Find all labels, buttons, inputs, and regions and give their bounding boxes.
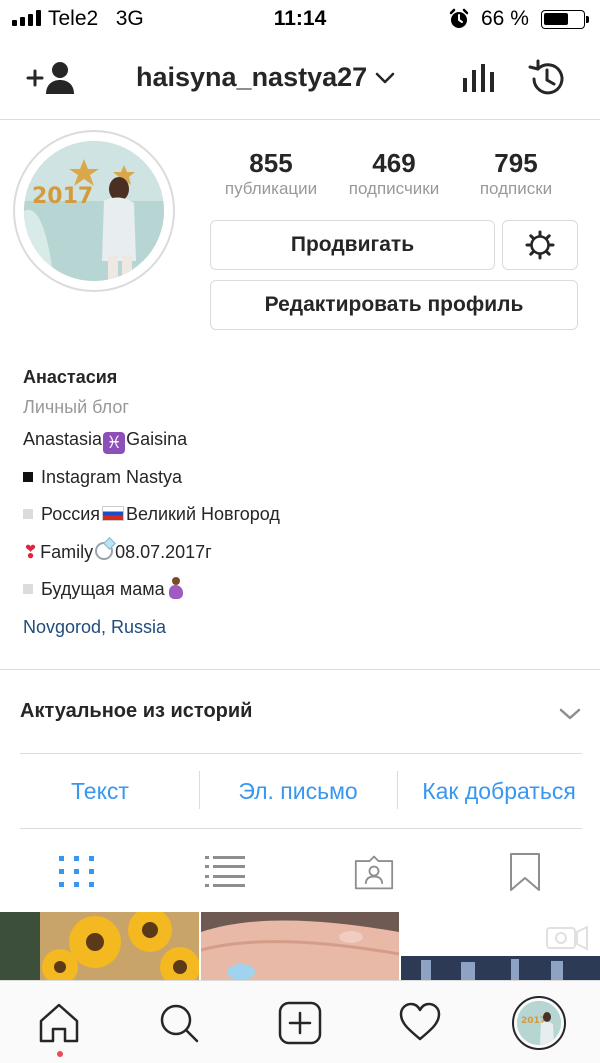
stat-posts[interactable]: 855 публикации bbox=[211, 148, 331, 200]
bio-city: Великий Новгород bbox=[126, 504, 280, 524]
following-count: 795 bbox=[494, 148, 538, 178]
profile-location-link[interactable]: Novgorod, Russia bbox=[23, 615, 583, 653]
promote-button[interactable]: Продвигать bbox=[210, 220, 495, 270]
story-highlights-title[interactable]: Актуальное из историй bbox=[20, 700, 252, 723]
archive-history-icon[interactable] bbox=[526, 58, 568, 100]
profile-tab-avatar[interactable]: 2017 bbox=[512, 996, 566, 1050]
stat-following[interactable]: 795 подписки bbox=[456, 148, 576, 200]
divider bbox=[20, 753, 582, 754]
battery-icon bbox=[541, 10, 589, 29]
tagged-photos-icon[interactable] bbox=[354, 852, 394, 892]
bio-instagram-text: Instagram Nastya bbox=[41, 466, 183, 487]
svg-text:2017: 2017 bbox=[32, 184, 93, 209]
divider bbox=[0, 669, 600, 670]
followers-label: подписчики bbox=[348, 179, 440, 198]
contact-text-button[interactable]: Текст bbox=[0, 778, 200, 805]
new-post-icon[interactable] bbox=[278, 1001, 322, 1045]
bio-country: Россия bbox=[41, 504, 101, 524]
gear-icon bbox=[525, 230, 555, 260]
search-icon[interactable] bbox=[157, 1001, 201, 1045]
pregnant-woman-icon bbox=[168, 577, 184, 599]
white-square-icon bbox=[23, 509, 33, 519]
edit-profile-button[interactable]: Редактировать профиль bbox=[210, 280, 578, 330]
post-thumbnail[interactable] bbox=[401, 912, 600, 980]
profile-username[interactable]: haisyna_nastya27 bbox=[136, 62, 367, 93]
chevron-down-icon[interactable] bbox=[374, 70, 396, 86]
followers-count: 469 bbox=[372, 148, 416, 178]
bio-line-name: Anastasia ♓ Gaisina bbox=[23, 427, 583, 465]
white-square-icon bbox=[23, 584, 33, 594]
profile-category: Личный блог bbox=[23, 397, 129, 417]
status-bar: Tele2 3G 11:14 66 % bbox=[0, 0, 600, 38]
settings-button[interactable] bbox=[502, 220, 578, 270]
notification-dot bbox=[57, 1051, 63, 1057]
contact-email-button[interactable]: Эл. письмо bbox=[200, 778, 396, 805]
russia-flag-icon bbox=[102, 506, 125, 521]
avatar[interactable]: 2017 bbox=[24, 141, 164, 281]
bio-line-family: ❣ Family 08.07.2017г bbox=[23, 540, 583, 578]
insights-icon[interactable] bbox=[461, 60, 495, 94]
post-thumbnail[interactable] bbox=[201, 912, 399, 980]
profile-name: Анастасия bbox=[23, 367, 118, 387]
chevron-down-icon[interactable] bbox=[558, 706, 582, 722]
saved-bookmark-icon[interactable] bbox=[505, 852, 545, 892]
list-view-icon[interactable] bbox=[205, 852, 245, 892]
black-square-icon bbox=[23, 471, 33, 482]
bio-first-name: Anastasia bbox=[23, 429, 103, 449]
profile-bio: Анастасия Личный блог Anastasia ♓ Gaisina … bbox=[23, 365, 583, 652]
ring-icon bbox=[95, 541, 114, 560]
bio-family: Family bbox=[40, 541, 94, 562]
avatar-photo: 2017 bbox=[24, 141, 164, 281]
battery-percent: 66 % bbox=[481, 7, 529, 30]
bio-last-name: Gaisina bbox=[126, 429, 188, 449]
bio-line-city: Россия Великий Новгород bbox=[23, 502, 583, 540]
bio-line-instagram: Instagram Nastya bbox=[23, 465, 583, 503]
bio-future-mom: Будущая мама bbox=[41, 579, 165, 599]
contact-directions-button[interactable]: Как добраться bbox=[398, 778, 600, 805]
following-label: подписки bbox=[479, 179, 553, 198]
bottom-tab-bar: 2017 bbox=[0, 980, 600, 1063]
post-thumbnail[interactable] bbox=[0, 912, 199, 980]
posts-count: 855 bbox=[249, 148, 293, 178]
heart-icon[interactable] bbox=[398, 1001, 442, 1045]
battery-fill bbox=[544, 13, 568, 25]
profile-nav-bar: haisyna_nastya27 bbox=[0, 38, 600, 120]
divider bbox=[20, 828, 582, 829]
stat-followers[interactable]: 469 подписчики bbox=[334, 148, 454, 200]
grid-view-icon[interactable] bbox=[57, 852, 97, 892]
pisces-icon: ♓ bbox=[103, 432, 126, 454]
posts-label: публикации bbox=[224, 179, 318, 198]
bio-date: 08.07.2017г bbox=[115, 541, 212, 562]
alarm-icon bbox=[449, 8, 469, 28]
heart-exclamation-icon: ❣ bbox=[23, 541, 39, 562]
add-user-icon[interactable] bbox=[26, 60, 78, 96]
bio-line-mom: Будущая мама bbox=[23, 577, 583, 615]
home-icon[interactable] bbox=[37, 1001, 81, 1045]
